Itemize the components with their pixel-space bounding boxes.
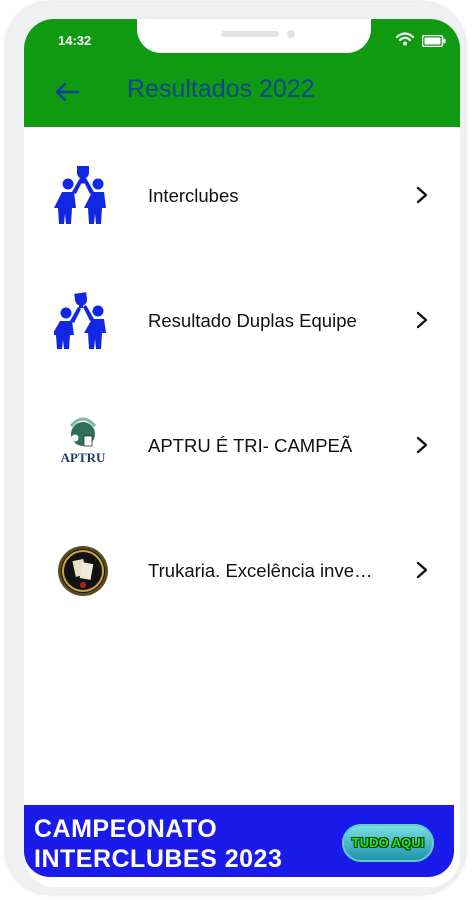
page-title: Resultados 2022 [127,75,315,103]
tudo-aqui-button[interactable]: TUDO AQUI [342,824,434,862]
list-item-aptru[interactable]: APTRU APTRU É TRI- CAMPEÃ [24,391,460,501]
chevron-right-icon [416,311,428,329]
list-item-label: APTRU É TRI- CAMPEÃ [148,435,353,456]
list-item-label: Trukaria. Excelência inve… [148,560,373,581]
front-camera [287,30,295,38]
list-item-label: Interclubes [148,185,239,206]
promo-banner[interactable]: CAMPEONATO INTERCLUBES 2023 TUDO AQUI [24,805,454,877]
banner-line2: INTERCLUBES 2023 [34,845,283,873]
aptru-logo-text: APTRU [61,450,106,465]
trukaria-logo [58,546,108,596]
aptru-logo: APTRU [61,417,106,465]
banner-line1: CAMPEONATO [34,815,218,843]
chevron-right-icon [416,561,428,579]
app-bar: 14:32 Resultados 2022 [24,19,460,127]
speaker-grille [221,31,279,37]
chevron-right-icon [416,436,428,454]
list-item-label: Resultado Duplas Equipe [148,310,357,331]
chevron-right-icon [416,186,428,204]
back-arrow-icon[interactable] [54,81,80,103]
list-item-resultado-duplas[interactable]: Resultado Duplas Equipe [24,266,460,376]
phone-notch [137,19,371,53]
battery-icon [422,35,446,47]
trophy-team-icon [54,166,106,224]
wifi-icon [396,32,414,46]
status-time: 14:32 [58,33,92,48]
trophy-team-icon [54,292,106,349]
list-item-trukaria[interactable]: Trukaria. Excelência inve… [24,516,460,626]
app-screen: 14:32 Resultados 2022 Interclubes Result… [24,19,460,887]
list-item-interclubes[interactable]: Interclubes [24,141,460,251]
phone-frame: 14:32 Resultados 2022 Interclubes Result… [6,2,465,894]
